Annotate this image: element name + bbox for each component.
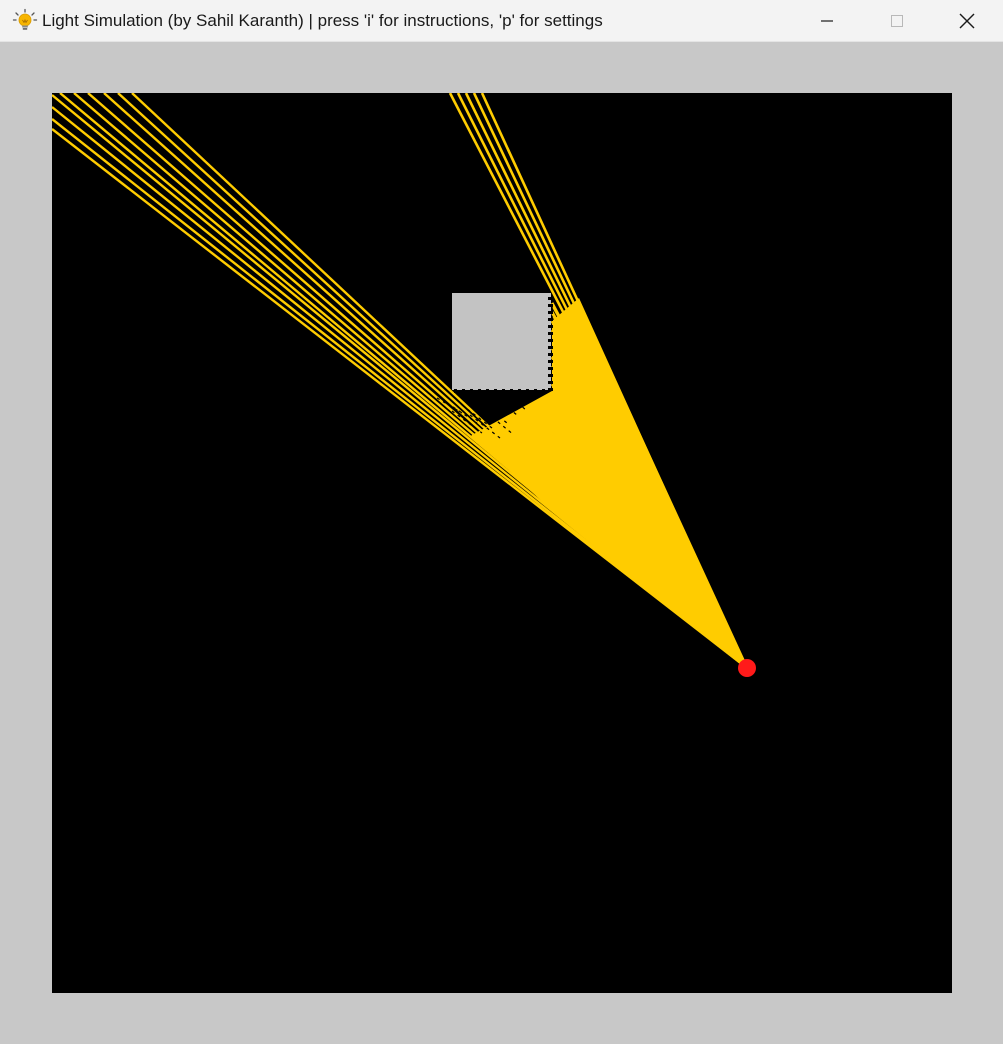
edge-dash: [548, 374, 553, 377]
edge-dash: [526, 389, 529, 393]
window-title: Light Simulation (by Sahil Karanth) | pr…: [42, 11, 603, 30]
simulation-scene: [52, 93, 756, 677]
edge-dash: [548, 304, 553, 307]
edge-dash: [486, 389, 489, 393]
edge-dash: [542, 389, 545, 393]
edge-dash: [548, 360, 553, 363]
maximize-icon: [891, 15, 903, 27]
edge-dash: [470, 389, 473, 393]
lightbulb-icon: [12, 8, 38, 30]
shadow-streak: [506, 392, 528, 412]
edge-dash: [510, 389, 513, 393]
edge-dash: [548, 332, 553, 335]
edge-dash: [548, 311, 553, 314]
edge-dash: [548, 353, 553, 356]
obstacle-square[interactable]: [452, 293, 551, 390]
title-bar[interactable]: Light Simulation (by Sahil Karanth) | pr…: [0, 0, 1003, 42]
edge-dash: [548, 297, 553, 300]
light-source[interactable]: [738, 659, 756, 677]
minimize-icon: [821, 20, 833, 22]
edge-dash: [502, 389, 505, 393]
edge-dash: [548, 318, 553, 321]
edge-dash: [548, 367, 553, 370]
close-icon: [959, 13, 975, 29]
minimize-button[interactable]: [792, 0, 862, 42]
close-button[interactable]: [932, 0, 1002, 42]
edge-dash: [548, 388, 553, 391]
edge-dash: [548, 339, 553, 342]
edge-dash: [518, 389, 521, 393]
edge-dash: [454, 389, 457, 393]
edge-dash: [534, 389, 537, 393]
edge-dash: [494, 389, 497, 393]
edge-dash: [548, 346, 553, 349]
edge-dash: [548, 325, 553, 328]
maximize-button[interactable]: [862, 0, 932, 42]
light-ray: [52, 128, 748, 669]
edge-dash: [548, 381, 553, 384]
edge-dash: [462, 389, 465, 393]
simulation-canvas[interactable]: [52, 93, 952, 993]
app-window: Light Simulation (by Sahil Karanth) | pr…: [0, 0, 1003, 1044]
edge-dash: [478, 389, 481, 393]
